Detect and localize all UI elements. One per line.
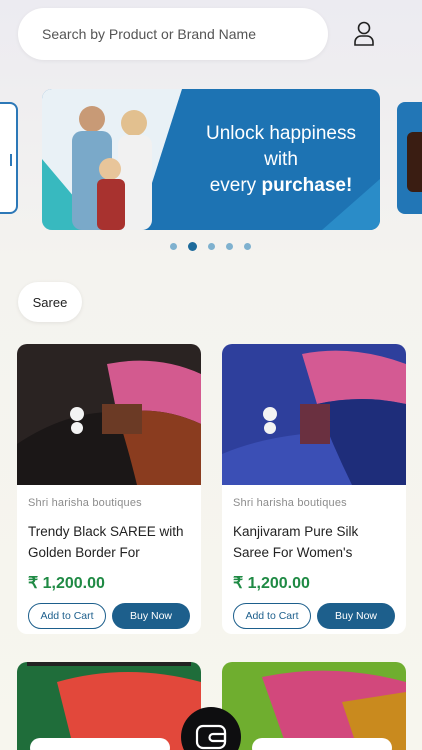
product-card[interactable] [222,662,406,750]
promo-banner[interactable]: Unlock happiness with every purchase! [42,89,380,230]
banner-line-1: Unlock happiness [206,123,356,144]
carousel-dot[interactable] [244,243,251,250]
product-card[interactable]: Shri harisha boutiques Kanjivaram Pure S… [222,344,406,634]
banner-line-3: every purchase! [192,173,370,199]
product-price: ₹ 1,200.00 [233,575,310,592]
product-card[interactable] [17,662,201,750]
category-chip-saree[interactable]: Saree [18,282,82,322]
bottom-nav-left[interactable] [30,738,170,750]
buy-now-button[interactable]: Buy Now [112,603,190,629]
product-brand: Shri harisha boutiques [233,497,347,509]
carousel-dot-active[interactable] [188,242,197,251]
banner-line-3-prefix: every [209,175,262,196]
banner-line-2: with [264,149,298,170]
product-title[interactable]: Kanjivaram Pure Silk Saree For Women's [233,521,395,563]
add-to-cart-button[interactable]: Add to Cart [28,603,106,629]
search-input[interactable]: Search by Product or Brand Name [18,8,328,60]
user-icon[interactable] [348,18,380,50]
carousel-dot[interactable] [208,243,215,250]
product-price: ₹ 1,200.00 [28,575,105,592]
bottom-nav-right[interactable] [252,738,392,750]
product-brand: Shri harisha boutiques [28,497,142,509]
banner-prev-peek[interactable] [0,102,18,214]
add-to-cart-button[interactable]: Add to Cart [233,603,311,629]
wallet-icon [195,724,227,750]
search-placeholder: Search by Product or Brand Name [42,26,256,42]
product-image[interactable] [222,344,406,485]
banner-next-peek[interactable] [397,102,422,214]
carousel-dots [170,242,251,251]
category-chip-label: Saree [32,294,68,310]
buy-now-button[interactable]: Buy Now [317,603,395,629]
banner-headline: Unlock happiness with every purchase! [192,121,370,199]
carousel-dot[interactable] [226,243,233,250]
product-image[interactable] [17,662,201,750]
product-card[interactable]: Shri harisha boutiques Trendy Black SARE… [17,344,201,634]
product-title[interactable]: Trendy Black SAREE with Golden Border Fo… [28,521,190,563]
product-image[interactable] [222,662,406,750]
carousel-dot[interactable] [170,243,177,250]
banner-line-3-bold: purchase! [261,175,353,196]
product-image[interactable] [17,344,201,485]
